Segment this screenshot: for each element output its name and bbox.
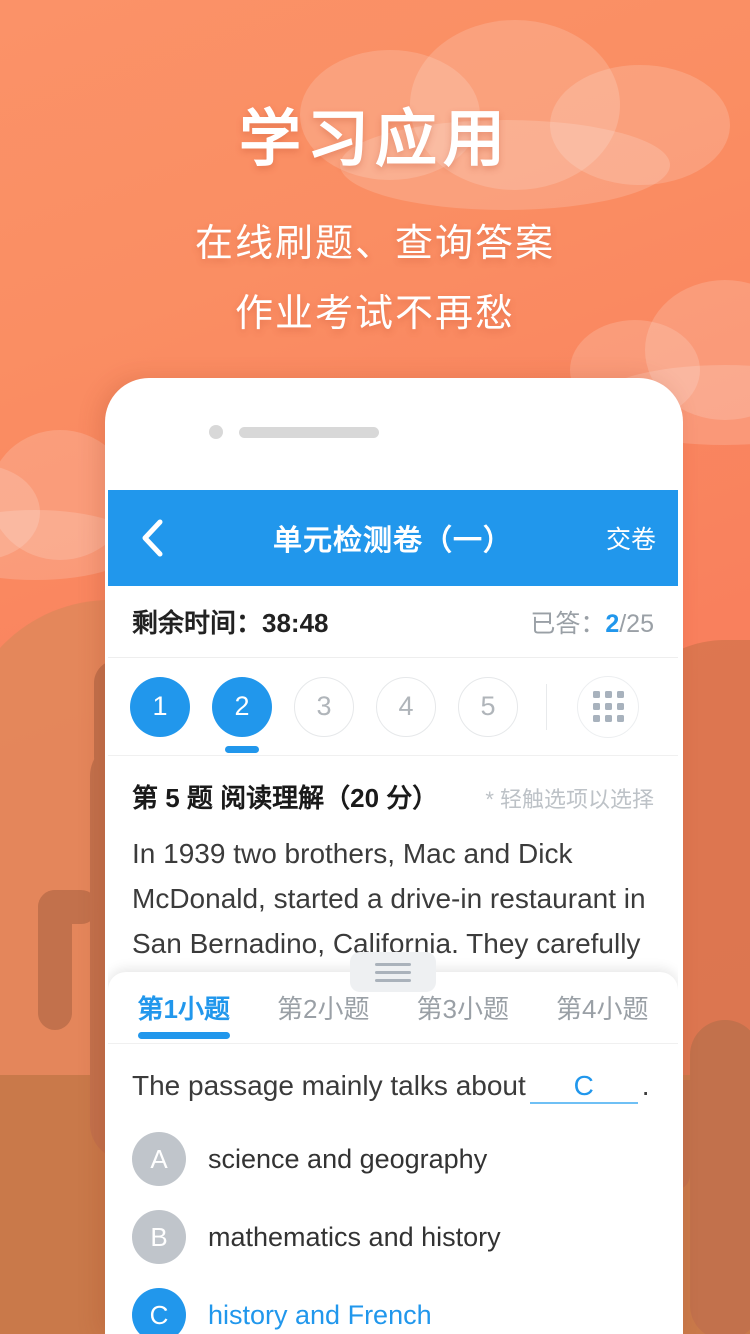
- question-grid-button[interactable]: [577, 675, 639, 738]
- chevron-left-icon: [140, 518, 164, 558]
- question-pill-5[interactable]: 5: [458, 676, 518, 737]
- answer-panel: 第1小题 第2小题 第3小题 第4小题 The passage mainly t…: [108, 972, 678, 1334]
- remaining-time: 剩余时间：38:48: [132, 603, 329, 640]
- subtitle-line-1: 在线刷题、查询答案: [194, 223, 555, 265]
- back-button[interactable]: [130, 516, 174, 560]
- question-stem-period: .: [641, 1070, 650, 1101]
- sub-tab-4[interactable]: 第4小题: [533, 972, 673, 1043]
- question-pill-1[interactable]: 1: [130, 676, 190, 737]
- submit-exam-button[interactable]: 交卷: [606, 520, 656, 556]
- app-screen: 单元检测卷（一） 交卷 剩余时间：38:48 已答：2/25 1 2 3 4 5…: [108, 490, 678, 1334]
- answer-blank[interactable]: C: [529, 1070, 638, 1104]
- earpiece-speaker: [239, 427, 379, 438]
- option-b-badge: B: [132, 1210, 186, 1264]
- question-pill-4-wrap: 4: [376, 676, 436, 737]
- answered-total: /25: [619, 609, 654, 638]
- exam-status-bar: 剩余时间：38:48 已答：2/25: [108, 586, 678, 658]
- navbar-title: 单元检测卷（一）: [272, 525, 513, 557]
- option-c-text: history and French: [208, 1299, 432, 1330]
- remaining-time-label: 剩余时间：: [132, 608, 263, 638]
- answered-progress: 已答：2/25: [530, 604, 654, 640]
- option-c-badge: C: [132, 1288, 186, 1334]
- option-b-text: mathematics and history: [208, 1221, 501, 1252]
- question-header: 第 5 题 阅读理解（20 分） * 轻触选项以选择: [108, 756, 678, 821]
- front-camera-icon: [209, 425, 223, 439]
- option-a[interactable]: A science and geography: [132, 1120, 654, 1198]
- question-stem: The passage mainly talks about C .: [108, 1044, 678, 1114]
- question-pill-row: 1 2 3 4 5: [108, 658, 678, 756]
- subtitle-line-2: 作业考试不再愁: [234, 293, 515, 335]
- option-c[interactable]: C history and French: [132, 1276, 654, 1334]
- promo-screenshot: 学习应用 在线刷题、查询答案 作业考试不再愁 单元检测卷（一） 交卷 剩余时间：…: [0, 0, 750, 1334]
- question-pill-2[interactable]: 2: [212, 676, 272, 737]
- current-question-indicator: [225, 745, 259, 753]
- question-hint: * 轻触选项以选择: [485, 787, 654, 812]
- answered-label: 已答：: [530, 609, 606, 638]
- question-pill-4[interactable]: 4: [376, 676, 436, 737]
- panel-drag-handle[interactable]: [350, 952, 436, 992]
- question-pill-2-wrap: 2: [212, 676, 272, 753]
- option-list: A science and geography B mathematics an…: [108, 1114, 678, 1334]
- option-a-text: science and geography: [208, 1143, 488, 1174]
- answered-count: 2: [605, 609, 620, 638]
- page-title: 学习应用: [238, 105, 511, 174]
- question-pill-5-wrap: 5: [458, 676, 518, 737]
- option-a-badge: A: [132, 1132, 186, 1186]
- grid-menu-icon: [592, 691, 624, 722]
- question-pill-1-wrap: 1: [130, 676, 190, 737]
- option-b[interactable]: B mathematics and history: [132, 1198, 654, 1276]
- sub-tab-1[interactable]: 第1小题: [114, 972, 254, 1043]
- remaining-time-value: 38:48: [262, 608, 329, 638]
- question-pill-3-wrap: 3: [294, 676, 354, 737]
- question-title: 第 5 题 阅读理解（20 分）: [132, 783, 439, 813]
- question-stem-text: The passage mainly talks about: [132, 1070, 526, 1101]
- divider: [546, 683, 547, 730]
- question-pill-3[interactable]: 3: [294, 676, 354, 737]
- app-navbar: 单元检测卷（一） 交卷: [108, 490, 678, 586]
